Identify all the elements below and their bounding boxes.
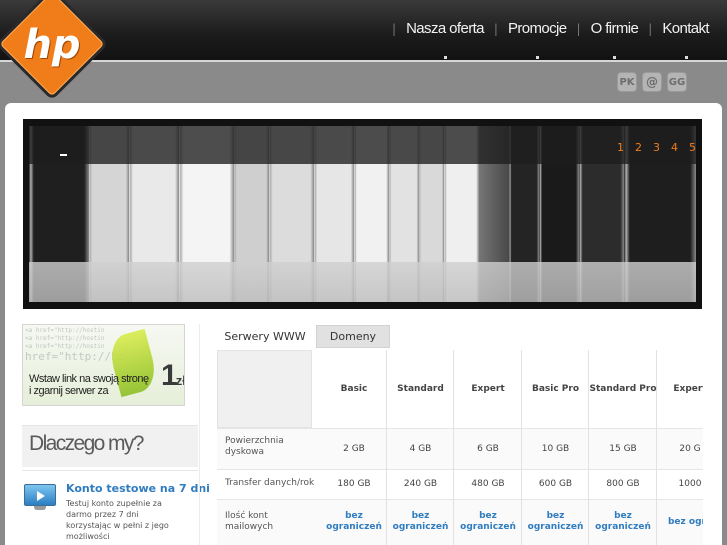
social-links: PK @ GG	[617, 72, 687, 92]
banner-page-5[interactable]: 5	[689, 141, 697, 154]
plan-column: Basic 2 GB 180 GB bez ograniczeń	[321, 350, 387, 545]
why-us-box: Dlaczego my?	[22, 425, 198, 467]
table-cell: 180 GB	[337, 479, 371, 489]
trial-link[interactable]: Konto testowe na 7 dni	[66, 482, 210, 495]
tab-domeny[interactable]: Domeny	[316, 325, 390, 348]
table-cell-link[interactable]: bez ogra	[657, 499, 703, 545]
gg-icon[interactable]: GG	[667, 72, 687, 92]
plan-header: Expert	[673, 383, 703, 394]
table-cell-link[interactable]: bez ograniczeń	[589, 499, 657, 545]
table-cell: 2 GB	[343, 443, 365, 454]
logo-text[interactable]: hp	[22, 20, 82, 70]
nav-separator: |	[576, 21, 581, 36]
promo-code-lines: <a href="http://hostin <a href="http://h…	[25, 327, 105, 350]
main-nav: | Nasza oferta | Promocje | O firmie | K…	[382, 20, 710, 59]
plan-header: Standard Pro	[589, 383, 657, 394]
divider	[22, 470, 198, 471]
table-cell: 600 GB	[538, 479, 573, 489]
plan-column: Expert 20 G 1000 bez ogra	[657, 350, 703, 545]
banner-slider	[23, 119, 702, 309]
table-corner-cell	[217, 350, 312, 428]
plan-header: Basic Pro	[531, 383, 580, 394]
plan-column: Standard Pro 15 GB 800 GB bez ograniczeń	[589, 350, 657, 545]
banner-caption-bar	[29, 126, 696, 164]
row-label-mailboxes: Ilość kont mailowych	[225, 511, 274, 532]
nav-item-kontakt[interactable]: Kontakt	[662, 20, 710, 59]
nav-separator: |	[493, 21, 498, 36]
table-cell: 800 GB	[606, 479, 640, 489]
plan-column: Basic Pro 10 GB 600 GB bez ograniczeń	[522, 350, 589, 545]
nav-separator: |	[392, 21, 397, 36]
why-us-title: Dlaczego my?	[29, 432, 144, 455]
promo-code-big: href="http://ho	[25, 350, 125, 363]
table-cell-link[interactable]: bez ograniczeń	[522, 499, 589, 545]
table-cell-link[interactable]: bez ograniczeń	[387, 499, 454, 545]
sidebar-divider	[199, 324, 200, 545]
promo-banner[interactable]: <a href="http://hostin <a href="http://h…	[22, 324, 185, 406]
plan-column: Expert 6 GB 480 GB bez ograniczeń	[454, 350, 522, 545]
promo-price: 1zł	[161, 359, 185, 392]
trial-description: Testuj konto zupełnie za darmo przez 7 d…	[66, 499, 169, 541]
plan-header: Standard	[397, 383, 444, 394]
row-label-disk: Powierzchnia dyskowa	[225, 436, 284, 457]
table-cell: 480 GB	[471, 479, 505, 489]
nav-item-promocje[interactable]: Promocje	[508, 20, 567, 59]
table-cell: 20 G	[679, 443, 701, 454]
plan-column: Standard 4 GB 240 GB bez ograniczeń	[387, 350, 454, 545]
header-divider	[0, 60, 727, 62]
plan-header: Basic	[340, 383, 368, 394]
table-cell: 4 GB	[409, 443, 432, 454]
table-cell: 10 GB	[541, 443, 570, 454]
row-label-transfer: Transfer danych/rok	[225, 478, 315, 488]
banner-page-3[interactable]: 3	[653, 141, 661, 154]
table-cell: 1000	[678, 479, 702, 489]
table-cell-link[interactable]: bez ograniczeń	[454, 499, 522, 545]
nav-separator: |	[648, 21, 653, 36]
email-icon[interactable]: @	[642, 72, 662, 92]
plan-header: Expert	[471, 383, 505, 394]
table-cell: 15 GB	[609, 443, 637, 454]
pricing-table: Powierzchnia dyskowa Transfer danych/rok…	[217, 350, 703, 545]
banner-page-2[interactable]: 2	[635, 141, 643, 154]
nav-item-o-firmie[interactable]: O firmie	[591, 20, 639, 59]
banner-page-4[interactable]: 4	[671, 141, 679, 154]
monitor-play-icon[interactable]	[24, 484, 56, 512]
banner-pagination: 1 2 3 4 5	[617, 141, 697, 154]
promo-text: Wstaw link na swoją stronę i zgarnij ser…	[29, 373, 149, 397]
table-cell: 240 GB	[403, 479, 438, 489]
nav-item-nasza-oferta[interactable]: Nasza oferta	[406, 20, 485, 59]
banner-caption-mark	[60, 154, 67, 156]
pk-icon[interactable]: PK	[617, 72, 637, 92]
banner-page-1[interactable]: 1	[617, 141, 625, 154]
table-cell-link[interactable]: bez ograniczeń	[321, 499, 387, 545]
tab-serwery-www[interactable]: Serwery WWW	[216, 325, 314, 348]
table-cell: 6 GB	[477, 443, 499, 454]
